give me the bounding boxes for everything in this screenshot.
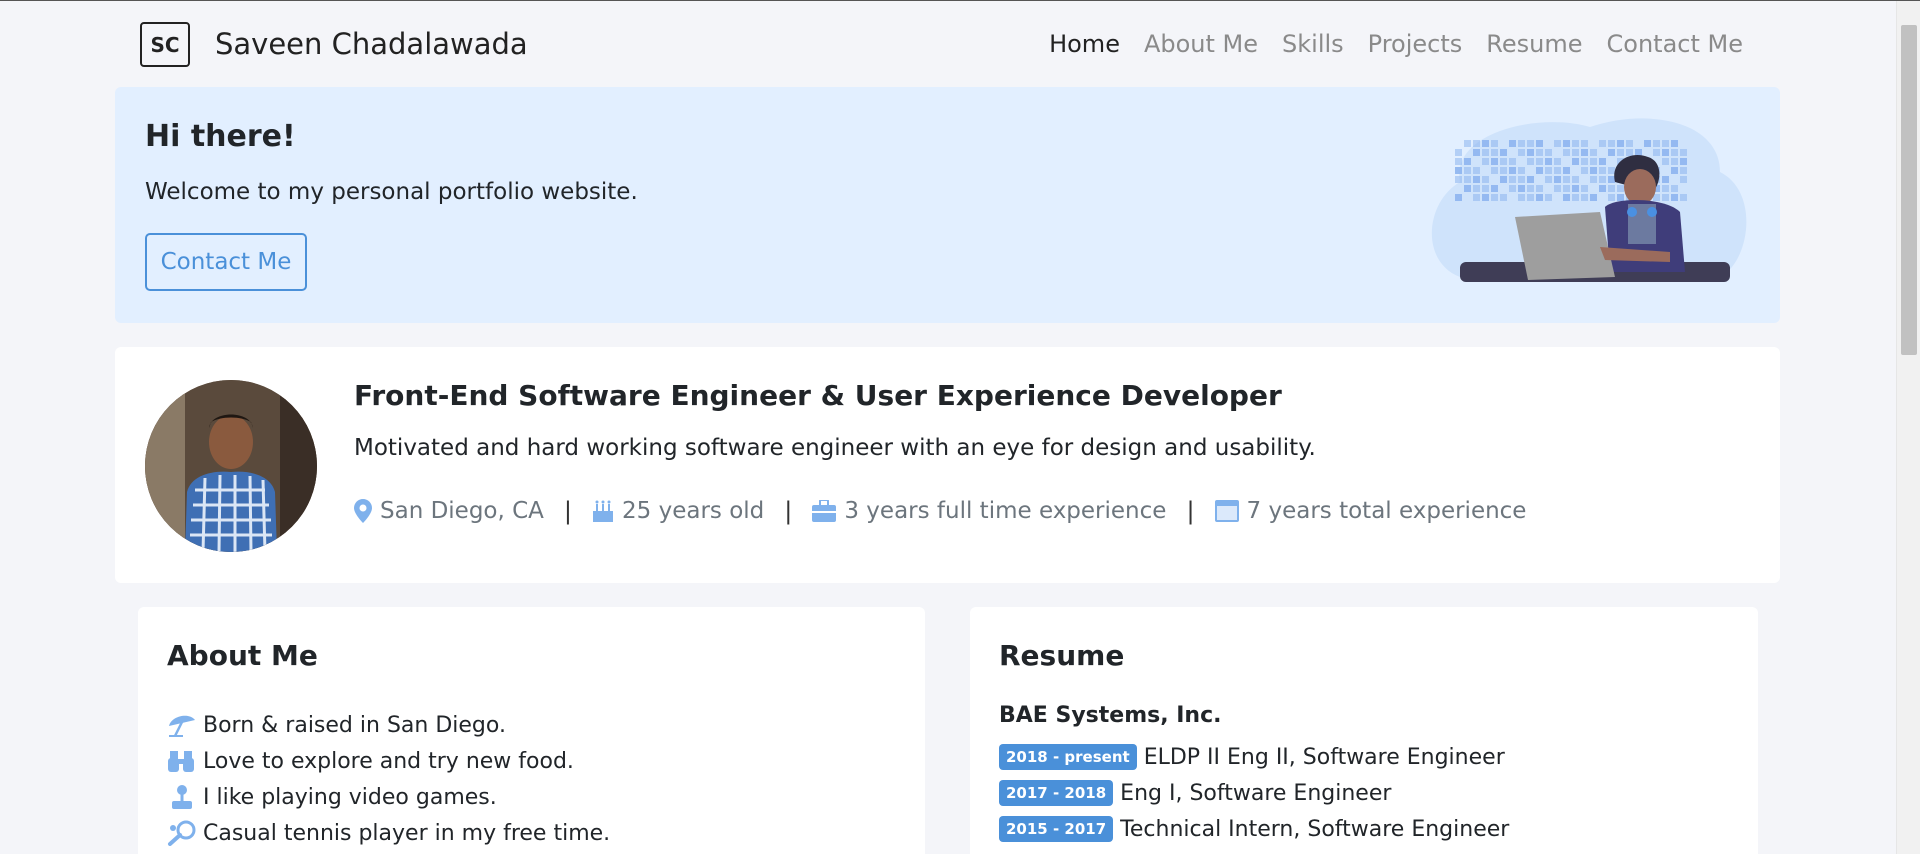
job-role: Technical Intern, Software Engineer (1120, 816, 1510, 842)
fact-age: 25 years old (592, 498, 764, 524)
date-badge: 2017 - 2018 (999, 780, 1114, 806)
navbar: SC Saveen Chadalawada Home About Me Skil… (0, 1, 1896, 89)
fact-total-text: 7 years total experience (1246, 498, 1527, 524)
birthday-cake-icon (593, 500, 614, 522)
fact-separator: | (784, 497, 793, 525)
nav-link-home[interactable]: Home (1049, 30, 1120, 58)
profile-card: Front-End Software Engineer & User Exper… (115, 347, 1780, 583)
list-item: Casual tennis player in my free time. (167, 815, 610, 851)
hero-subtitle: Welcome to my personal portfolio website… (145, 179, 638, 205)
fact-age-text: 25 years old (622, 498, 765, 524)
hero-banner: Hi there! Welcome to my personal portfol… (115, 87, 1780, 323)
tennis-racket-icon (168, 820, 196, 846)
about-me-title: About Me (167, 639, 318, 672)
beach-umbrella-icon (169, 715, 195, 737)
hero-title: Hi there! (145, 119, 296, 154)
profile-title: Front-End Software Engineer & User Exper… (354, 379, 1282, 412)
brand-name[interactable]: Saveen Chadalawada (215, 27, 528, 61)
page-scrollbar[interactable] (1896, 1, 1920, 854)
fact-fulltime: 3 years full time experience (812, 498, 1166, 524)
window-icon (1214, 500, 1239, 522)
profile-description: Motivated and hard working software engi… (354, 435, 1316, 461)
binoculars-icon (168, 751, 194, 772)
developer-illustration (1431, 118, 1747, 282)
profile-facts: San Diego, CA | 25 years old | 3 years f… (354, 497, 1526, 525)
nav-link-resume[interactable]: Resume (1486, 30, 1582, 58)
fact-fulltime-text: 3 years full time experience (844, 498, 1167, 524)
nav-link-about-me[interactable]: About Me (1144, 30, 1258, 58)
nav-link-contact-me[interactable]: Contact Me (1607, 30, 1743, 58)
nav-link-skills[interactable]: Skills (1282, 30, 1344, 58)
company-name: BAE Systems, Inc. (999, 703, 1222, 728)
fact-separator: | (563, 497, 573, 525)
resume-title: Resume (999, 639, 1125, 672)
list-item: 2017 - 2018 Eng I, Software Engineer (999, 775, 1509, 811)
job-list: 2018 - present ELDP II Eng II, Software … (999, 739, 1509, 847)
list-item: 2015 - 2017 Technical Intern, Software E… (999, 811, 1509, 847)
nav-links: Home About Me Skills Projects Resume Con… (1049, 30, 1743, 58)
fact-separator: | (1186, 497, 1195, 525)
list-item: Born & raised in San Diego. (167, 707, 610, 743)
fact-location: San Diego, CA (354, 498, 544, 524)
fact-total: 7 years total experience (1214, 498, 1527, 524)
about-me-list: Born & raised in San Diego. Love to expl… (167, 707, 610, 851)
list-item: 2018 - present ELDP II Eng II, Software … (999, 739, 1509, 775)
list-item: I like playing video games. (167, 779, 610, 815)
map-pin-icon (354, 499, 372, 523)
list-item: Love to explore and try new food. (167, 743, 610, 779)
about-me-card: About Me Born & raised in San Diego. Lov… (138, 607, 925, 854)
resume-card: Resume BAE Systems, Inc. 2018 - present … (970, 607, 1758, 854)
contact-me-button[interactable]: Contact Me (145, 233, 307, 291)
date-badge: 2015 - 2017 (999, 816, 1114, 842)
briefcase-icon (812, 500, 837, 522)
fact-location-text: San Diego, CA (380, 498, 544, 524)
date-badge: 2018 - present (999, 744, 1137, 770)
joystick-icon (172, 785, 192, 809)
job-role: Eng I, Software Engineer (1120, 780, 1392, 806)
avatar (145, 380, 317, 552)
brand-logo[interactable]: SC (140, 22, 190, 67)
scrollbar-thumb[interactable] (1901, 25, 1917, 355)
job-role: ELDP II Eng II, Software Engineer (1143, 744, 1505, 770)
nav-link-projects[interactable]: Projects (1368, 30, 1463, 58)
